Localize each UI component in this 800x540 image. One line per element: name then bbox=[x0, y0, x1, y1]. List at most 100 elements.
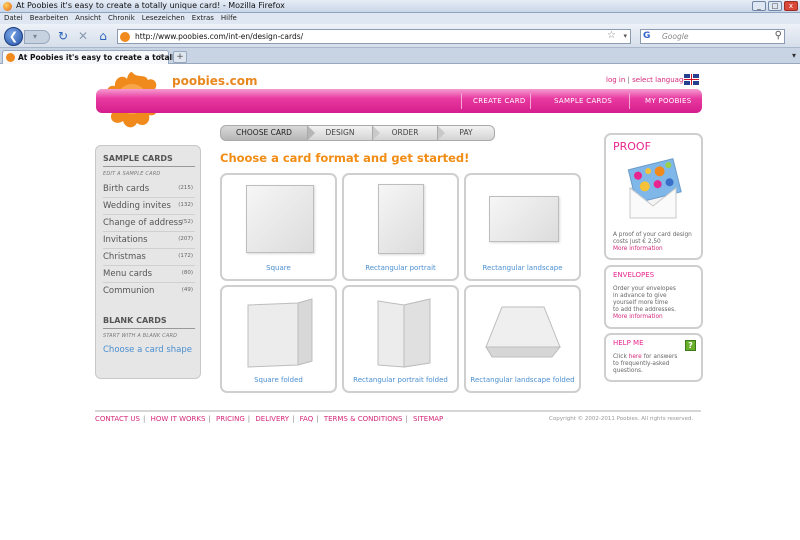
format-label[interactable]: Rectangular portrait folded bbox=[344, 376, 457, 384]
sidebar-item-label[interactable]: Menu cards bbox=[103, 269, 152, 279]
format-card-square-folded[interactable]: Square folded bbox=[220, 285, 337, 393]
help-question-icon[interactable]: ? bbox=[685, 340, 696, 351]
footer-pricing[interactable]: PRICING bbox=[216, 415, 245, 423]
menu-chronik[interactable]: Chronik bbox=[108, 13, 135, 24]
sidebar-item-count: (215) bbox=[178, 185, 193, 191]
help-text-line: to frequently-asked bbox=[613, 361, 670, 367]
select-language-link[interactable]: select language bbox=[632, 76, 688, 84]
menu-bearbeiten[interactable]: Bearbeiten bbox=[30, 13, 68, 24]
step-choose-card: CHOOSE CARD bbox=[220, 125, 308, 141]
browser-tab[interactable]: At Poobies it's easy to create a totally… bbox=[2, 50, 187, 64]
maximize-button[interactable]: □ bbox=[768, 1, 782, 11]
footer-separator: | bbox=[405, 415, 408, 423]
bookmark-star-icon[interactable]: ☆ bbox=[607, 30, 616, 41]
format-card-rectangular-portrait-folded[interactable]: Rectangular portrait folded bbox=[342, 285, 459, 393]
nav-sample-cards[interactable]: SAMPLE CARDS bbox=[554, 97, 612, 105]
footer-separator: | bbox=[316, 415, 319, 423]
footer-divider bbox=[95, 410, 701, 412]
window-controls: _ □ x bbox=[750, 1, 798, 11]
close-window-button[interactable]: x bbox=[784, 1, 798, 11]
envelopes-more-info-link[interactable]: More information bbox=[613, 314, 663, 320]
sidebar-item-invitations[interactable]: Invitations (207) bbox=[103, 235, 197, 245]
format-card-rectangular-landscape-folded[interactable]: Rectangular landscape folded bbox=[464, 285, 581, 393]
sidebar-item-menu-cards[interactable]: Menu cards (80) bbox=[103, 269, 197, 279]
menu-extras[interactable]: Extras bbox=[192, 13, 214, 24]
envelopes-text-line: Order your envelopes bbox=[613, 286, 676, 292]
back-button[interactable]: ❮ bbox=[4, 27, 23, 46]
menu-lesezeichen[interactable]: Lesezeichen bbox=[142, 13, 185, 24]
copyright-text: Copyright © 2002-2011 Poobies. All right… bbox=[549, 416, 694, 422]
blank-cards-subtitle: START WITH A BLANK CARD bbox=[103, 333, 178, 339]
nav-divider bbox=[461, 93, 462, 109]
format-label[interactable]: Rectangular landscape folded bbox=[466, 376, 579, 384]
sidebar-item-divider bbox=[103, 231, 195, 232]
format-label[interactable]: Square bbox=[222, 264, 335, 272]
url-text[interactable]: http://www.poobies.com/int-en/design-car… bbox=[135, 32, 303, 41]
footer-faq[interactable]: FAQ bbox=[300, 415, 314, 423]
footer-delivery[interactable]: DELIVERY bbox=[255, 415, 289, 423]
footer-terms[interactable]: TERMS & CONDITIONS bbox=[324, 415, 403, 423]
footer-sitemap[interactable]: SITEMAP bbox=[413, 415, 443, 423]
forward-button[interactable]: ▾ bbox=[24, 30, 50, 44]
sidebar-item-label[interactable]: Wedding invites bbox=[103, 201, 171, 211]
sidebar-item-birth-cards[interactable]: Birth cards (215) bbox=[103, 184, 197, 194]
sidebar-item-label[interactable]: Communion bbox=[103, 286, 154, 296]
sidebar-item-label[interactable]: Christmas bbox=[103, 252, 146, 262]
sidebar-item-count: (207) bbox=[178, 236, 193, 242]
proof-title: PROOF bbox=[613, 140, 651, 153]
stop-icon[interactable]: ✕ bbox=[76, 29, 90, 43]
menu-hilfe[interactable]: Hilfe bbox=[221, 13, 237, 24]
menu-ansicht[interactable]: Ansicht bbox=[75, 13, 101, 24]
nav-my-poobies[interactable]: MY POOBIES bbox=[645, 97, 692, 105]
sidebar-item-divider bbox=[103, 197, 195, 198]
footer-how-it-works[interactable]: HOW IT WORKS bbox=[151, 415, 206, 423]
close-tab-icon[interactable]: × bbox=[158, 52, 165, 61]
reload-icon[interactable]: ↻ bbox=[56, 29, 70, 43]
sidebar-item-count: (49) bbox=[181, 287, 193, 293]
window-title: At Poobies it's easy to create a totally… bbox=[16, 1, 285, 10]
format-card-square[interactable]: Square bbox=[220, 173, 337, 281]
sidebar-item-label[interactable]: Invitations bbox=[103, 235, 148, 245]
nav-create-card[interactable]: CREATE CARD bbox=[473, 97, 526, 105]
envelopes-box: ENVELOPES Order your envelopes in advance… bbox=[604, 265, 703, 329]
step-order: ORDER bbox=[372, 125, 438, 141]
format-card-rectangular-landscape[interactable]: Rectangular landscape bbox=[464, 173, 581, 281]
tab-list-icon[interactable]: ▾ bbox=[792, 51, 796, 60]
search-box[interactable]: G Google ⚲ bbox=[640, 29, 785, 44]
nav-divider bbox=[629, 93, 630, 109]
address-bar[interactable]: http://www.poobies.com/int-en/design-car… bbox=[117, 29, 631, 44]
footer-contact-us[interactable]: CONTACT US bbox=[95, 415, 140, 423]
portrait-card-preview bbox=[378, 184, 424, 254]
url-dropdown-icon[interactable]: ▾ bbox=[623, 32, 627, 40]
step-pay: PAY bbox=[437, 125, 495, 141]
search-placeholder[interactable]: Google bbox=[662, 32, 688, 41]
login-link[interactable]: log in bbox=[606, 76, 625, 84]
sidebar-item-label[interactable]: Birth cards bbox=[103, 184, 149, 194]
proof-more-info-link[interactable]: More information bbox=[613, 246, 663, 252]
format-label[interactable]: Rectangular landscape bbox=[466, 264, 579, 272]
sidebar-item-christmas[interactable]: Christmas (172) bbox=[103, 252, 197, 262]
site-name[interactable]: poobies.com bbox=[172, 74, 257, 88]
sidebar-item-communion[interactable]: Communion (49) bbox=[103, 286, 197, 296]
help-here-link[interactable]: here bbox=[629, 354, 642, 360]
menu-datei[interactable]: Datei bbox=[4, 13, 23, 24]
new-tab-button[interactable]: + bbox=[173, 51, 187, 63]
sidebar-item-change-of-address[interactable]: Change of address (52) bbox=[103, 218, 197, 228]
nav-divider bbox=[530, 93, 531, 109]
landscape-card-preview bbox=[489, 196, 559, 242]
home-icon[interactable]: ⌂ bbox=[96, 29, 110, 43]
format-card-rectangular-portrait[interactable]: Rectangular portrait bbox=[342, 173, 459, 281]
sidebar-item-wedding-invites[interactable]: Wedding invites (132) bbox=[103, 201, 197, 211]
search-icon[interactable]: ⚲ bbox=[775, 30, 782, 41]
envelope-illustration bbox=[627, 158, 682, 219]
uk-flag-icon[interactable] bbox=[684, 74, 699, 85]
format-label[interactable]: Rectangular portrait bbox=[344, 264, 457, 272]
sidebar-item-label[interactable]: Change of address bbox=[103, 218, 183, 228]
google-icon[interactable]: G bbox=[643, 31, 654, 42]
choose-card-shape-link[interactable]: Choose a card shape bbox=[103, 345, 192, 355]
format-label[interactable]: Square folded bbox=[222, 376, 335, 384]
web-page: P. poobies.com log in | select language … bbox=[0, 65, 800, 540]
blank-cards-title: BLANK CARDS bbox=[103, 316, 167, 325]
minimize-button[interactable]: _ bbox=[752, 1, 766, 11]
progress-steps: CHOOSE CARD DESIGN ORDER PAY bbox=[220, 125, 495, 141]
